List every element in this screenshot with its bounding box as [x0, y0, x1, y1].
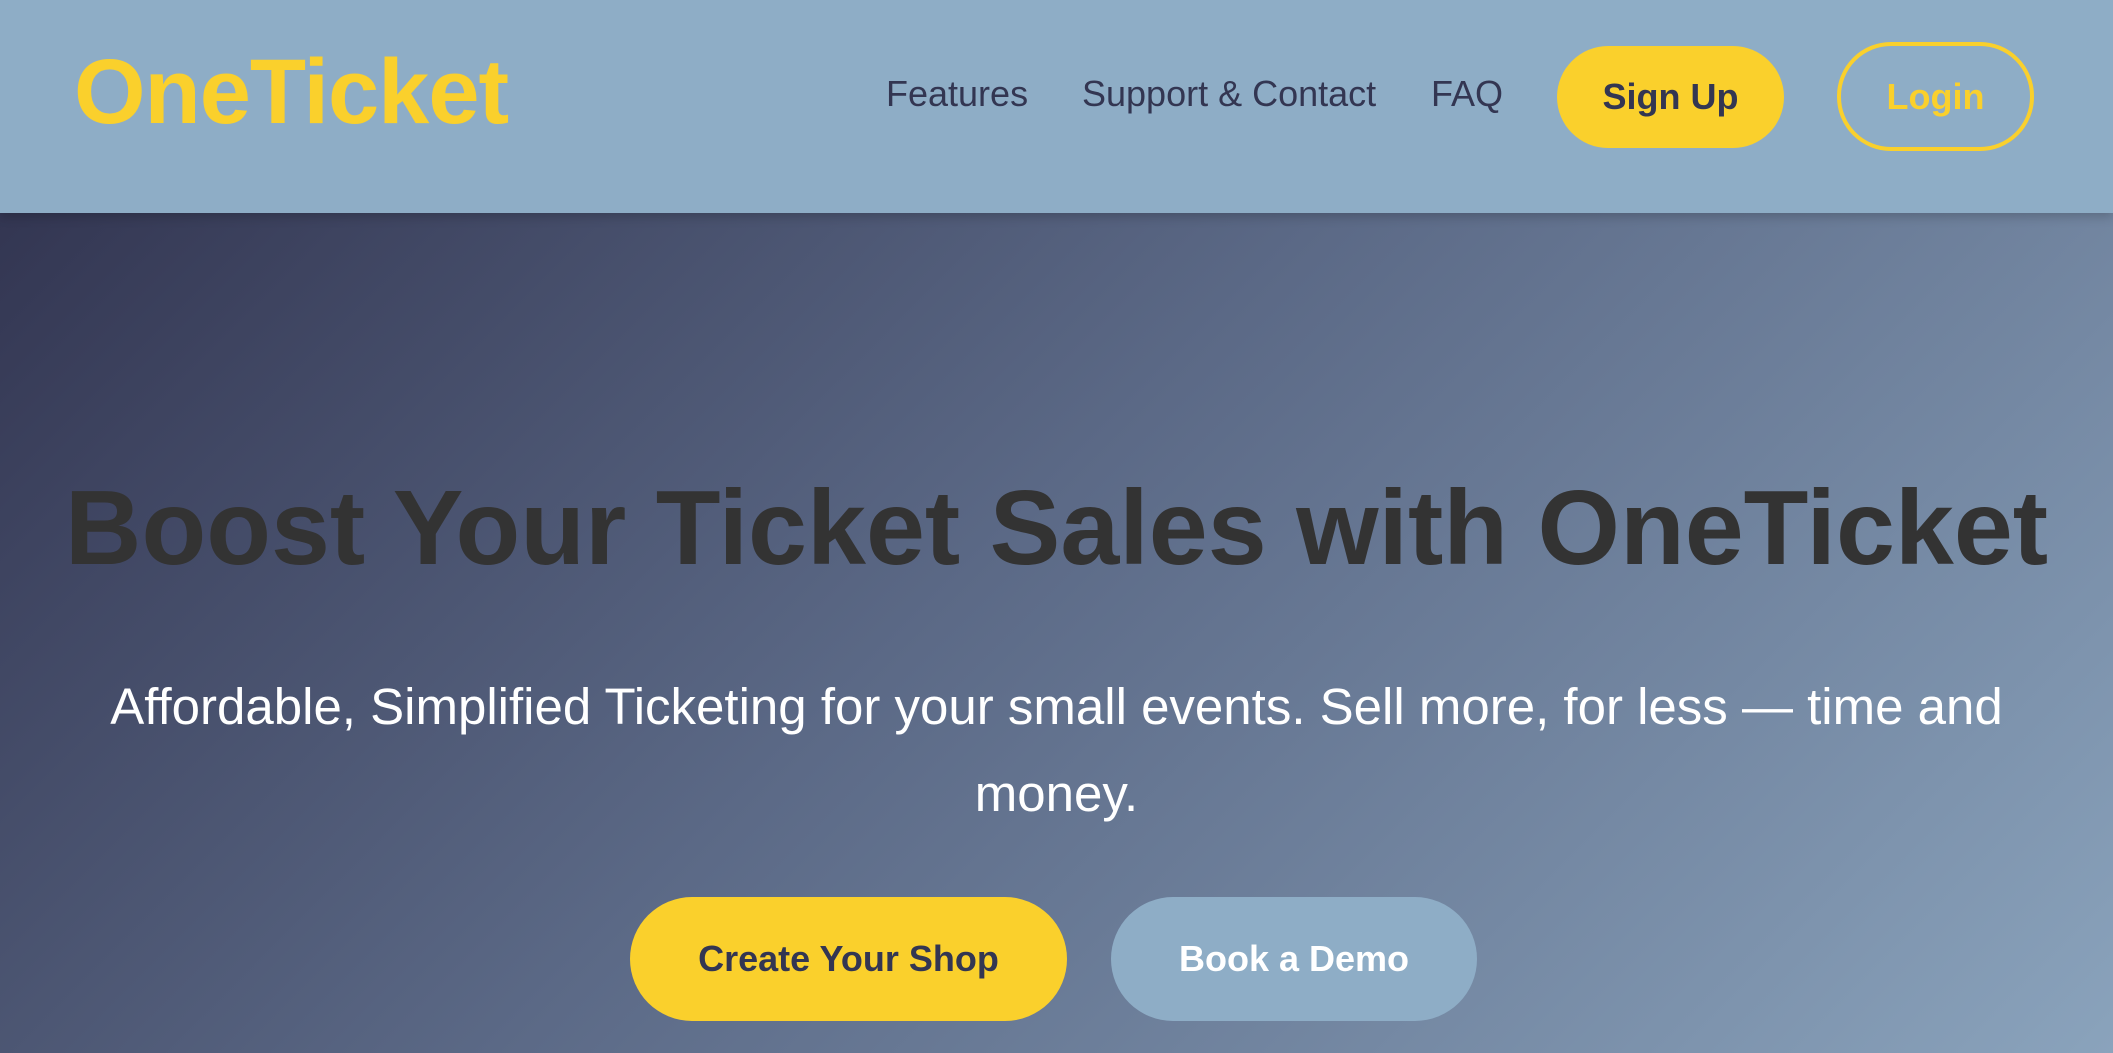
nav-link-support-contact[interactable]: Support & Contact [1082, 76, 1376, 112]
create-shop-button[interactable]: Create Your Shop [630, 897, 1067, 1021]
page: OneTicket Features Support & Contact FAQ… [0, 0, 2113, 1053]
book-demo-button[interactable]: Book a Demo [1111, 897, 1477, 1021]
login-button[interactable]: Login [1837, 42, 2034, 151]
nav-link-faq[interactable]: FAQ [1431, 76, 1503, 112]
hero-title: Boost Your Ticket Sales with OneTicket [64, 469, 2049, 587]
site-header: OneTicket Features Support & Contact FAQ… [0, 0, 2113, 213]
hero-subtitle: Affordable, Simplified Ticketing for you… [110, 678, 2003, 822]
hero-section: Boost Your Ticket Sales with OneTicket A… [0, 213, 2113, 1053]
logo[interactable]: OneTicket [74, 46, 509, 138]
nav-link-features[interactable]: Features [886, 76, 1028, 112]
sign-up-button[interactable]: Sign Up [1557, 46, 1784, 148]
